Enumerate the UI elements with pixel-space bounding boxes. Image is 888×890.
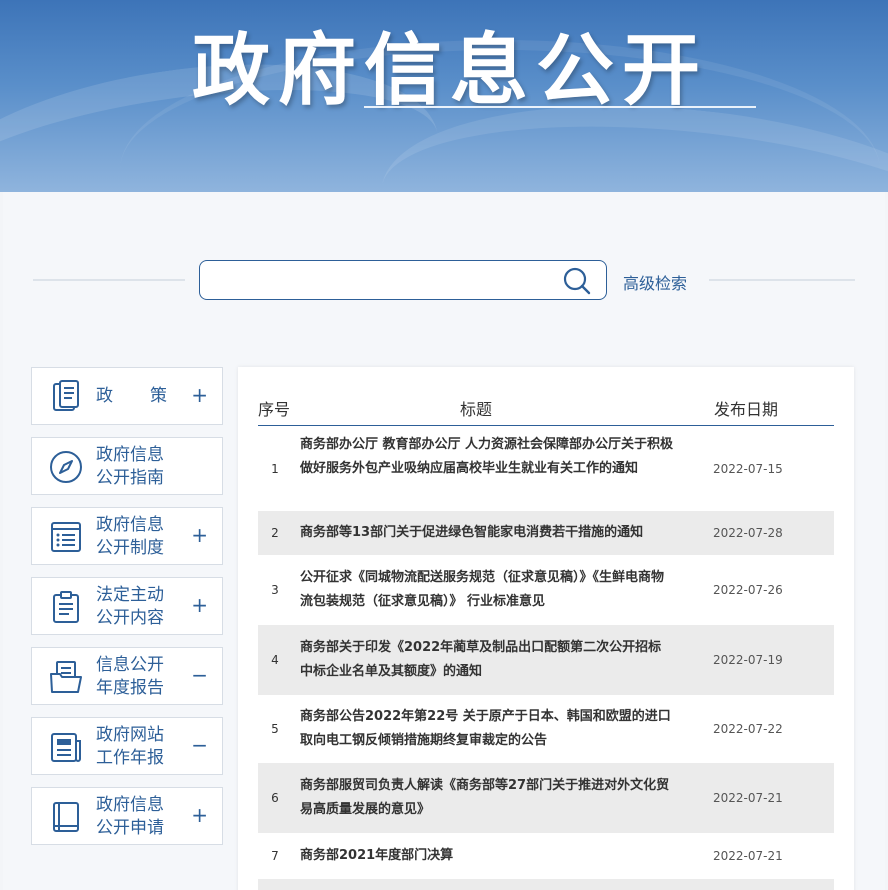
expand-icon[interactable]: + (191, 594, 208, 616)
clipboard-icon (53, 591, 79, 623)
divider (709, 279, 855, 281)
row-number: 6 (271, 791, 279, 805)
column-header-title: 标题 (460, 400, 493, 419)
table-row[interactable]: 7 商务部2021年度部门决算 2022-07-21 (258, 833, 834, 879)
sidebar-item-label: 政府网站工作年报 (96, 725, 164, 768)
column-header-no: 序号 (258, 400, 291, 419)
sidebar-item-system[interactable]: 政府信息公开制度 + (31, 507, 223, 565)
table-header: 序号 标题 发布日期 (258, 387, 834, 426)
row-number: 2 (271, 526, 279, 540)
advanced-search-link[interactable]: 高级检索 (623, 270, 687, 294)
row-date: 2022-07-26 (713, 583, 783, 597)
folder-report-icon (50, 661, 82, 693)
sidebar-item-label: 政府信息公开申请 (96, 795, 164, 838)
sidebar-item-label: 信息公开年度报告 (96, 655, 164, 698)
row-title-link[interactable]: 商务部公告2022年第22号 关于原产于日本、韩国和欧盟的进口取向电工钢反倾销措… (300, 705, 674, 753)
sidebar-item-website-report[interactable]: 政府网站工作年报 − (31, 717, 223, 775)
divider (33, 279, 185, 281)
sidebar-item-label: 法定主动公开内容 (96, 585, 164, 628)
expand-icon[interactable]: + (191, 384, 208, 406)
table-row[interactable]: 3 公开征求《同城物流配送服务规范（征求意见稿）》《生鲜电商物流包装规范（征求意… (258, 555, 834, 625)
row-title-link[interactable]: 公开征求《同城物流配送服务规范（征求意见稿）》《生鲜电商物流包装规范（征求意见稿… (300, 566, 674, 614)
newspaper-icon (51, 733, 81, 762)
row-number: 4 (271, 653, 279, 667)
sidebar-item-statutory[interactable]: 法定主动公开内容 + (31, 577, 223, 635)
document-list-panel: 序号 标题 发布日期 1 商务部办公厅 教育部办公厅 人力资源社会保障部办公厅关… (238, 367, 854, 890)
expand-icon[interactable]: + (191, 804, 208, 826)
compass-icon (50, 451, 82, 483)
sidebar-nav: 政 策 + 政府信息公开指南 政府信息公开制度 + 法定主动公开内容 + 信息公… (31, 367, 223, 857)
row-date: 2022-07-28 (713, 526, 783, 540)
table-row[interactable]: 5 商务部公告2022年第22号 关于原产于日本、韩国和欧盟的进口取向电工钢反倾… (258, 695, 834, 763)
row-date: 2022-07-21 (713, 849, 783, 863)
row-date: 2022-07-21 (713, 791, 783, 805)
table-row[interactable]: 4 商务部关于印发《2022年蔺草及制品出口配额第二次公开招标中标企业名单及其额… (258, 625, 834, 695)
table-row[interactable]: 2 商务部等13部门关于促进绿色智能家电消费若干措施的通知 2022-07-28 (258, 511, 834, 555)
search-input[interactable] (210, 267, 550, 293)
search-icon[interactable] (562, 267, 592, 295)
sidebar-item-annual-report[interactable]: 信息公开年度报告 − (31, 647, 223, 705)
search-box (199, 260, 607, 300)
sidebar-item-application[interactable]: 政府信息公开申请 + (31, 787, 223, 845)
notebook-icon (53, 802, 79, 832)
sidebar-item-label: 政 策 (96, 386, 168, 406)
list-document-icon (51, 522, 81, 552)
row-title-link[interactable]: 商务部等13部门关于促进绿色智能家电消费若干措施的通知 (300, 521, 674, 545)
header-banner: 政府信息公开 (0, 0, 888, 192)
row-date: 2022-07-19 (713, 653, 783, 667)
sidebar-item-label: 政府信息公开指南 (96, 445, 164, 488)
row-date: 2022-07-22 (713, 722, 783, 736)
page-title: 政府信息公开 (192, 26, 709, 116)
table-body: 1 商务部办公厅 教育部办公厅 人力资源社会保障部办公厅关于积极做好服务外包产业… (258, 427, 834, 890)
column-header-date: 发布日期 (714, 400, 779, 419)
row-title-link[interactable]: 商务部服贸司负责人解读《商务部等27部门关于推进对外文化贸易高质量发展的意见》 (300, 774, 674, 822)
row-date: 2022-07-15 (713, 462, 783, 476)
row-number: 7 (271, 849, 279, 863)
title-underline (364, 106, 756, 108)
row-title-link[interactable]: 商务部2021年度部门决算 (300, 844, 674, 868)
main-panel: 高级检索 政 策 + 政府信息公开指南 政府信息公开制度 + 法定主动公开内容 … (3, 192, 885, 890)
table-row[interactable]: 6 商务部服贸司负责人解读《商务部等27部门关于推进对外文化贸易高质量发展的意见… (258, 763, 834, 833)
sidebar-item-guide[interactable]: 政府信息公开指南 (31, 437, 223, 495)
expand-icon[interactable]: + (191, 524, 208, 546)
table-row (258, 879, 834, 890)
row-number: 3 (271, 583, 279, 597)
policy-book-icon (53, 380, 79, 411)
sidebar-item-label: 政府信息公开制度 (96, 515, 164, 558)
table-row[interactable]: 1 商务部办公厅 教育部办公厅 人力资源社会保障部办公厅关于积极做好服务外包产业… (258, 427, 834, 511)
row-number: 1 (271, 462, 279, 476)
collapse-icon[interactable]: − (191, 664, 208, 686)
sidebar-item-policy[interactable]: 政 策 + (31, 367, 223, 425)
collapse-icon[interactable]: − (191, 734, 208, 756)
row-title-link[interactable]: 商务部办公厅 教育部办公厅 人力资源社会保障部办公厅关于积极做好服务外包产业吸纳… (300, 433, 674, 481)
row-number: 5 (271, 722, 279, 736)
row-title-link[interactable]: 商务部关于印发《2022年蔺草及制品出口配额第二次公开招标中标企业名单及其额度》… (300, 636, 674, 684)
